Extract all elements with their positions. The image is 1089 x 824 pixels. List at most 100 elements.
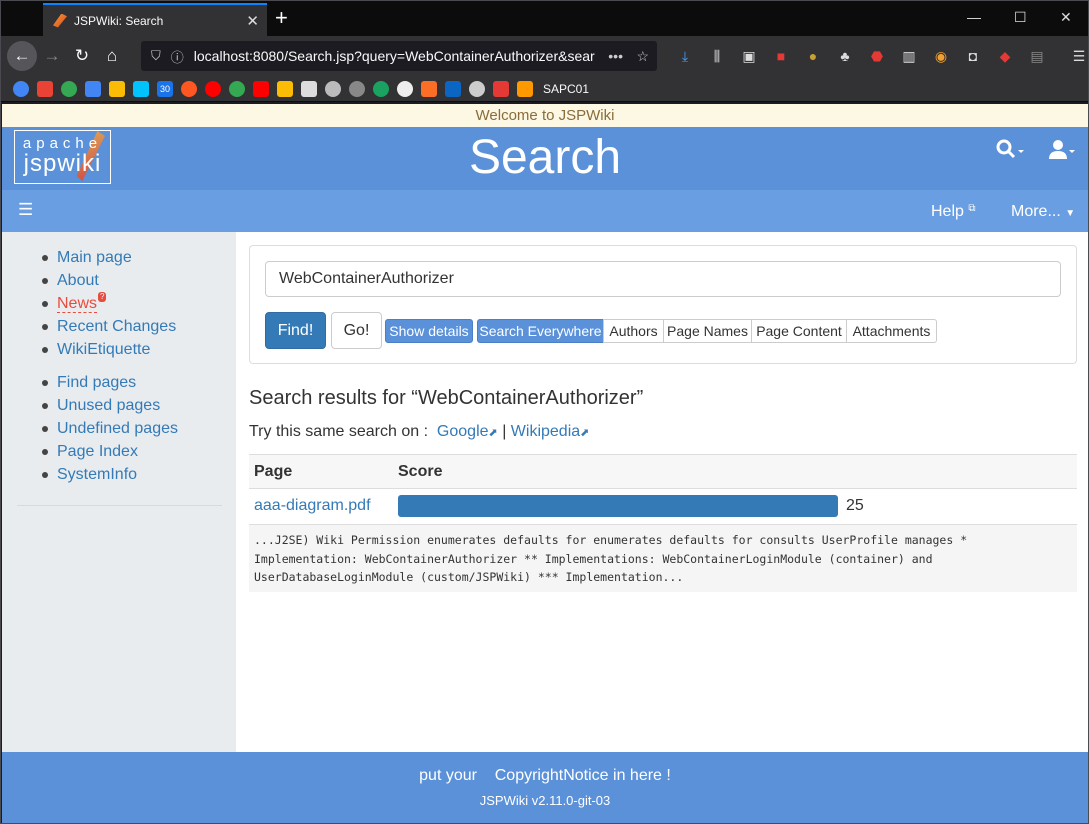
reload-button[interactable]: ↻: [67, 41, 97, 71]
google-bookmark-icon[interactable]: [61, 80, 77, 97]
calendar-bookmark-icon[interactable]: 30: [157, 80, 173, 97]
sidebar-item-news[interactable]: News?: [42, 292, 176, 315]
results-table-header: Page Score: [249, 454, 1077, 489]
keep-bookmark-icon[interactable]: [277, 80, 293, 97]
wikipedia-link[interactable]: Wikipedia⬈: [511, 423, 590, 440]
scope-page-names[interactable]: Page Names: [663, 319, 752, 343]
score-bar: [398, 495, 838, 517]
gitlab-bookmark-icon[interactable]: [421, 80, 437, 97]
github-bookmark-icon[interactable]: [397, 80, 413, 97]
download-icon[interactable]: ⤓: [669, 48, 701, 65]
copyright-notice-link[interactable]: CopyrightNotice in here !: [495, 767, 671, 784]
sidebar-icon[interactable]: ▣: [733, 48, 765, 65]
page-header: apache jspwiki Search: [2, 127, 1088, 190]
sidebar-item-main-page[interactable]: Main page: [42, 246, 176, 269]
jspwiki-favicon-icon: [53, 13, 67, 28]
translate-bookmark-icon[interactable]: [85, 80, 101, 97]
youtube-bookmark-icon[interactable]: [253, 80, 269, 97]
monkey-extension-icon[interactable]: ◉: [925, 48, 957, 65]
google-link[interactable]: Google⬈: [437, 423, 498, 440]
search-input[interactable]: WebContainerAuthorizer: [265, 261, 1061, 297]
scope-search-everywhere[interactable]: Search Everywhere: [477, 319, 604, 343]
gmail-bookmark-icon[interactable]: [37, 80, 53, 97]
page-footer: put your CopyrightNotice in here ! JSPWi…: [2, 752, 1088, 823]
news-link[interactable]: News: [57, 295, 98, 313]
sidebar-item-about[interactable]: About: [42, 269, 176, 292]
help-link[interactable]: Help ⧉: [931, 203, 976, 221]
sidebar-item-unused-pages[interactable]: Unused pages: [42, 394, 178, 417]
info-icon[interactable]: ⓘ: [171, 47, 184, 66]
address-bar[interactable]: ⛉ ⓘ localhost:8080/Search.jsp?query=WebC…: [141, 41, 657, 71]
external-link-icon: ⬈: [580, 427, 590, 439]
navigation-toolbar: ← → ↻ ⌂ ⛉ ⓘ localhost:8080/Search.jsp?qu…: [1, 36, 1088, 76]
search-icon[interactable]: [996, 139, 1026, 167]
snippet-line: ...J2SE) Wiki Permission enumerates defa…: [254, 533, 968, 547]
photos-bookmark-icon[interactable]: [229, 80, 245, 97]
drive-bookmark-icon[interactable]: [109, 80, 125, 97]
sidebar-item-systeminfo[interactable]: SystemInfo: [42, 463, 178, 486]
show-details-toggle[interactable]: Show details: [385, 319, 473, 343]
more-menu[interactable]: More... ▼: [1011, 203, 1075, 221]
google-bookmark-icon[interactable]: [13, 80, 29, 97]
bookmark-star-icon[interactable]: ☆: [636, 48, 649, 65]
globe-bookmark-icon[interactable]: [325, 80, 341, 97]
music-bookmark-icon[interactable]: [181, 80, 197, 97]
external-link-icon: ⬈: [488, 427, 498, 439]
more-label: More...: [1011, 203, 1061, 220]
scope-attachments[interactable]: Attachments: [846, 319, 937, 343]
chat-extension-icon[interactable]: ▤: [1021, 48, 1053, 65]
library-icon[interactable]: ⫼: [701, 48, 733, 65]
minimize-icon[interactable]: —: [967, 9, 981, 25]
settings-bookmark-icon[interactable]: [349, 80, 365, 97]
grid-extension-icon[interactable]: ▥: [893, 48, 925, 65]
user-icon[interactable]: [1048, 139, 1078, 167]
toolbar-extensions: ⤓ ⫼ ▣ ■ ● ♣ ⬣ ▥ ◉ ◘ ◆ ▤ ☰: [669, 36, 1088, 76]
table-row: aaa-diagram.pdf 25: [249, 489, 1077, 525]
page-actions-icon[interactable]: •••: [608, 48, 623, 64]
menu-toggle-icon[interactable]: ☰: [18, 200, 33, 220]
browser-window: JSPWiki: Search ✕ + — ☐ ✕ ← → ↻ ⌂ ⛉ ⓘ lo…: [0, 0, 1089, 824]
sidebar-item-wikietiquette[interactable]: WikiEtiquette: [42, 338, 176, 361]
tool-extension-icon[interactable]: ◆: [989, 48, 1021, 65]
bookmark-sapc01[interactable]: SAPC01: [543, 82, 589, 96]
result-page-link[interactable]: aaa-diagram.pdf: [254, 497, 371, 515]
shield-icon[interactable]: ⛉: [151, 48, 161, 64]
home-button[interactable]: ⌂: [97, 41, 127, 71]
sidebar: Main page About News? Recent Changes Wik…: [2, 232, 236, 752]
adblock-icon[interactable]: ⬣: [861, 48, 893, 65]
udemy-bookmark-icon[interactable]: [493, 80, 509, 97]
sidebar-item-page-index[interactable]: Page Index: [42, 440, 178, 463]
sidebar-item-find-pages[interactable]: Find pages: [42, 371, 178, 394]
find-button[interactable]: Find!: [265, 312, 326, 349]
sheets-bookmark-icon[interactable]: [373, 80, 389, 97]
wiki-page: Welcome to JSPWiki apache jspwiki Search…: [2, 104, 1088, 823]
sidebar-item-recent-changes[interactable]: Recent Changes: [42, 315, 176, 338]
copyright-line: put your CopyrightNotice in here !: [2, 767, 1088, 785]
camera-icon[interactable]: ◘: [957, 48, 989, 64]
aws-bookmark-icon[interactable]: [517, 80, 533, 97]
results-heading: Search results for “WebContainerAuthoriz…: [249, 387, 644, 409]
tooth-bookmark-icon[interactable]: [301, 80, 317, 97]
extension-icon[interactable]: ●: [797, 48, 829, 64]
lastpass-icon[interactable]: ■: [765, 48, 797, 64]
linkedin-bookmark-icon[interactable]: [445, 80, 461, 97]
menu-icon[interactable]: ☰: [1063, 48, 1088, 65]
film-bookmark-icon[interactable]: [469, 80, 485, 97]
youtube-music-bookmark-icon[interactable]: [205, 80, 221, 97]
active-tab[interactable]: JSPWiki: Search ✕: [43, 3, 267, 36]
play-bookmark-icon[interactable]: [133, 80, 149, 97]
back-button[interactable]: ←: [7, 41, 37, 71]
search-form: WebContainerAuthorizer Find! Go! Show de…: [249, 245, 1077, 364]
forward-button[interactable]: →: [37, 41, 67, 71]
gnome-extension-icon[interactable]: ♣: [829, 48, 861, 64]
scope-authors[interactable]: Authors: [603, 319, 664, 343]
sidebar-item-undefined-pages[interactable]: Undefined pages: [42, 417, 178, 440]
news-badge: ?: [98, 292, 107, 302]
window-close-icon[interactable]: ✕: [1060, 9, 1072, 26]
maximize-icon[interactable]: ☐: [1014, 9, 1027, 26]
go-button[interactable]: Go!: [331, 312, 382, 349]
scope-page-content[interactable]: Page Content: [751, 319, 847, 343]
close-tab-icon[interactable]: ✕: [246, 12, 259, 30]
main-content: WebContainerAuthorizer Find! Go! Show de…: [236, 232, 1088, 752]
new-tab-button[interactable]: +: [275, 7, 288, 29]
